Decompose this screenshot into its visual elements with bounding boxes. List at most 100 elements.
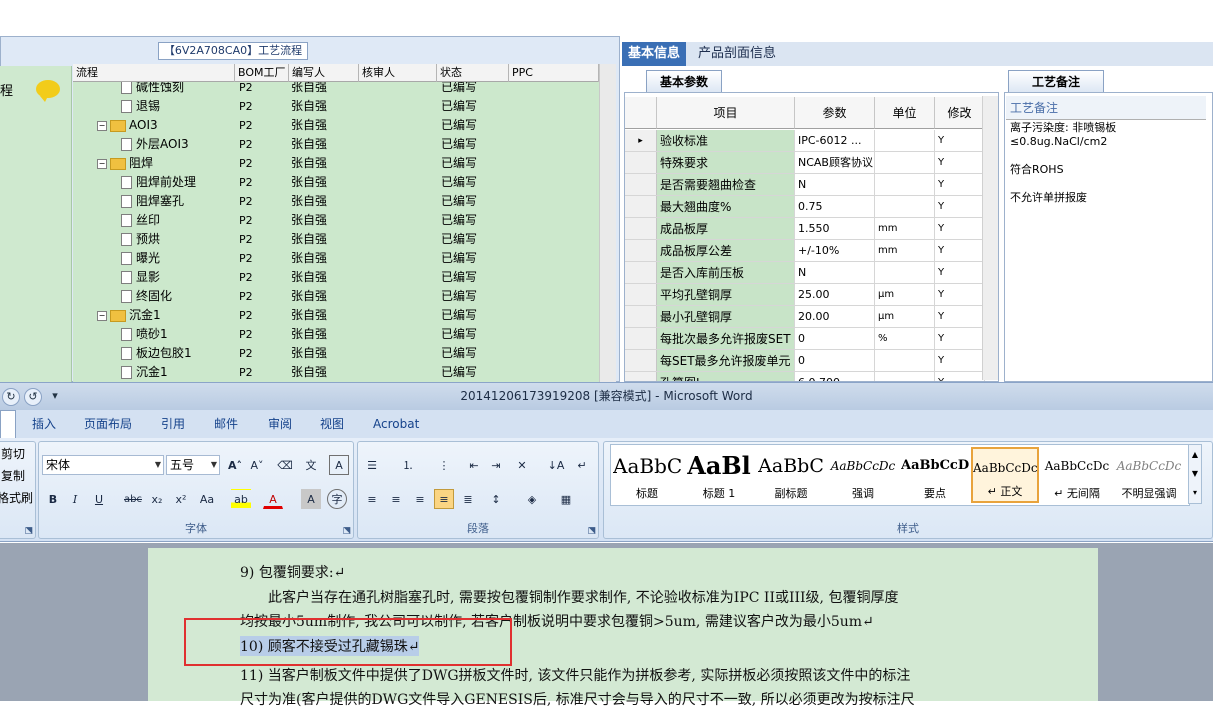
tree-node[interactable]: − 阻焊 <box>97 154 153 173</box>
param-cell-mod[interactable]: Y <box>935 306 985 327</box>
param-cell-item[interactable]: 每批次最多允许报废SET <box>657 328 795 349</box>
align-center-icon[interactable]: ≡ <box>386 489 406 509</box>
remarks-text[interactable]: 离子污染度: 非喷锡板 ≤0.8ug.NaCl/cm2 符合ROHS 不允许单拼… <box>1010 121 1190 205</box>
column-header-writer[interactable]: 编写人 <box>289 64 359 82</box>
param-cell-value[interactable]: 20.00 <box>795 306 875 327</box>
param-cell-unit[interactable] <box>875 372 935 381</box>
multilevel-list-icon[interactable]: ⋮ <box>434 455 454 475</box>
tree-node[interactable]: 阻焊前处理 <box>121 173 196 192</box>
row-selector[interactable] <box>625 372 657 381</box>
tree-row[interactable]: 碱性蚀刻 P2 张自强 已编写 <box>73 82 599 97</box>
param-cell-value[interactable]: 1.550 <box>795 218 875 239</box>
current-row-arrow-icon[interactable]: ▸ <box>625 130 657 151</box>
param-row[interactable]: 平均孔壁铜厚 25.00 μm Y <box>625 284 985 306</box>
tab-references[interactable]: 引用 <box>161 410 185 438</box>
font-launcher-icon[interactable]: ⬔ <box>342 526 351 536</box>
param-row[interactable]: 成品板厚公差 +/-10% mm Y <box>625 240 985 262</box>
distributed-icon[interactable]: ≣ <box>458 489 478 509</box>
tree-node[interactable]: − AOI3 <box>97 116 158 135</box>
param-cell-unit[interactable]: μm <box>875 284 935 305</box>
param-cell-value[interactable]: 6.0 700 <box>795 372 875 381</box>
tree-row[interactable]: 预烘 P2 张自强 已编写 <box>73 230 599 249</box>
column-header-reviewer[interactable]: 核审人 <box>359 64 437 82</box>
param-cell-mod[interactable]: Y <box>935 130 985 151</box>
borders-icon[interactable]: ▦ <box>556 489 576 509</box>
format-painter-button[interactable]: 格式刷 <box>0 489 33 506</box>
column-header-bom[interactable]: BOM工厂 <box>235 64 289 82</box>
process-grid-scrollbar[interactable] <box>599 64 616 382</box>
grow-font-icon[interactable]: A˄ <box>225 455 245 475</box>
subscript-icon[interactable]: x₂ <box>147 489 167 509</box>
param-row[interactable]: 最大翘曲度% 0.75 Y <box>625 196 985 218</box>
tree-node[interactable]: 退锡 <box>121 97 160 116</box>
chat-bubble-icon[interactable] <box>36 80 60 102</box>
param-cell-item[interactable]: 是否需要翘曲检查 <box>657 174 795 195</box>
tree-node[interactable]: 喷砂1 <box>121 325 168 344</box>
param-cell-mod[interactable]: Y <box>935 218 985 239</box>
tab-mailings[interactable]: 邮件 <box>214 410 238 438</box>
align-right-icon[interactable]: ≡ <box>410 489 430 509</box>
tree-row[interactable]: 退锡 P2 张自强 已编写 <box>73 97 599 116</box>
increase-indent-icon[interactable]: ⇥ <box>486 455 506 475</box>
param-cell-mod[interactable]: Y <box>935 152 985 173</box>
param-cell-unit[interactable] <box>875 196 935 217</box>
row-selector[interactable] <box>625 152 657 173</box>
tree-node[interactable]: 阻焊塞孔 <box>121 192 184 211</box>
numbering-icon[interactable]: ⒈ <box>398 455 418 475</box>
param-cell-mod[interactable]: Y <box>935 262 985 283</box>
tab-basic-params[interactable]: 基本参数 <box>646 70 722 92</box>
param-cell-value[interactable]: 0 <box>795 328 875 349</box>
param-cell-unit[interactable] <box>875 152 935 173</box>
chinese-layout-icon[interactable]: ✕ <box>512 455 532 475</box>
param-row[interactable]: 成品板厚 1.550 mm Y <box>625 218 985 240</box>
column-header-unit[interactable]: 单位 <box>875 97 935 129</box>
tree-row[interactable]: 终固化 P2 张自强 已编写 <box>73 287 599 306</box>
collapse-icon[interactable]: − <box>97 120 107 131</box>
param-row[interactable]: 每批次最多允许报废SET 0% Y <box>625 328 985 350</box>
column-header-modify[interactable]: 修改 <box>935 97 985 129</box>
tree-node[interactable]: 显影 <box>121 268 160 287</box>
param-cell-value[interactable]: 25.00 <box>795 284 875 305</box>
paragraph-launcher-icon[interactable]: ⬔ <box>587 526 596 536</box>
param-row[interactable]: 特殊要求 NCAB顾客协议 Y <box>625 152 985 174</box>
param-cell-value[interactable]: 0 <box>795 350 875 371</box>
param-cell-mod[interactable]: Y <box>935 174 985 195</box>
style-subtle-emphasis[interactable]: AaBbCcDc 不明显强调 <box>1115 447 1183 503</box>
row-selector[interactable] <box>625 262 657 283</box>
param-cell-mod[interactable]: Y <box>935 372 985 381</box>
tree-row[interactable]: − AOI3 P2 张自强 已编写 <box>73 116 599 135</box>
tree-node[interactable]: 碱性蚀刻 <box>121 82 184 97</box>
param-cell-mod[interactable]: Y <box>935 240 985 261</box>
tab-insert[interactable]: 插入 <box>32 410 56 438</box>
tree-node[interactable]: 预烘 <box>121 230 160 249</box>
highlight-color-icon[interactable]: ab <box>231 489 251 509</box>
clipboard-launcher-icon[interactable]: ⬔ <box>24 526 33 536</box>
copy-button[interactable]: 复制 <box>1 467 25 484</box>
column-header-ppc[interactable]: PPC <box>509 64 599 82</box>
tab-view[interactable]: 视图 <box>320 410 344 438</box>
italic-icon[interactable]: I <box>65 489 85 509</box>
tree-node[interactable]: 板边包胶1 <box>121 344 192 363</box>
tree-node[interactable]: − 沉金1 <box>97 306 161 325</box>
param-cell-item[interactable]: 每SET最多允许报废单元 <box>657 350 795 371</box>
style-no-spacing[interactable]: AaBbCcDc ↵ 无间隔 <box>1043 447 1111 503</box>
tree-row[interactable]: 板边包胶1 P2 张自强 已编写 <box>73 344 599 363</box>
tree-row[interactable]: 丝印 P2 张自强 已编写 <box>73 211 599 230</box>
sort-icon[interactable]: ↓A <box>546 455 566 475</box>
bullets-icon[interactable]: ☰ <box>362 455 382 475</box>
char-border-icon[interactable]: A <box>329 455 349 475</box>
style-heading-1[interactable]: AaBl 标题 1 <box>685 447 753 503</box>
style-normal[interactable]: AaBbCcDc ↵ 正文 <box>971 447 1039 503</box>
show-marks-icon[interactable]: ↵ <box>572 455 592 475</box>
param-cell-unit[interactable] <box>875 262 935 283</box>
style-title[interactable]: AaBbC 标题 <box>613 447 681 503</box>
param-cell-value[interactable]: +/-10% <box>795 240 875 261</box>
row-selector[interactable] <box>625 306 657 327</box>
param-row[interactable]: 孔算图L6.0 700 Y <box>625 372 985 381</box>
line-spacing-icon[interactable]: ↕ <box>486 489 506 509</box>
params-scrollbar[interactable] <box>982 96 998 380</box>
tab-home[interactable] <box>0 410 16 439</box>
tree-row[interactable]: 沉金1 P2 张自强 已编写 <box>73 363 599 382</box>
bold-icon[interactable]: B <box>43 489 63 509</box>
tree-row[interactable]: − 沉金1 P2 张自强 已编写 <box>73 306 599 325</box>
